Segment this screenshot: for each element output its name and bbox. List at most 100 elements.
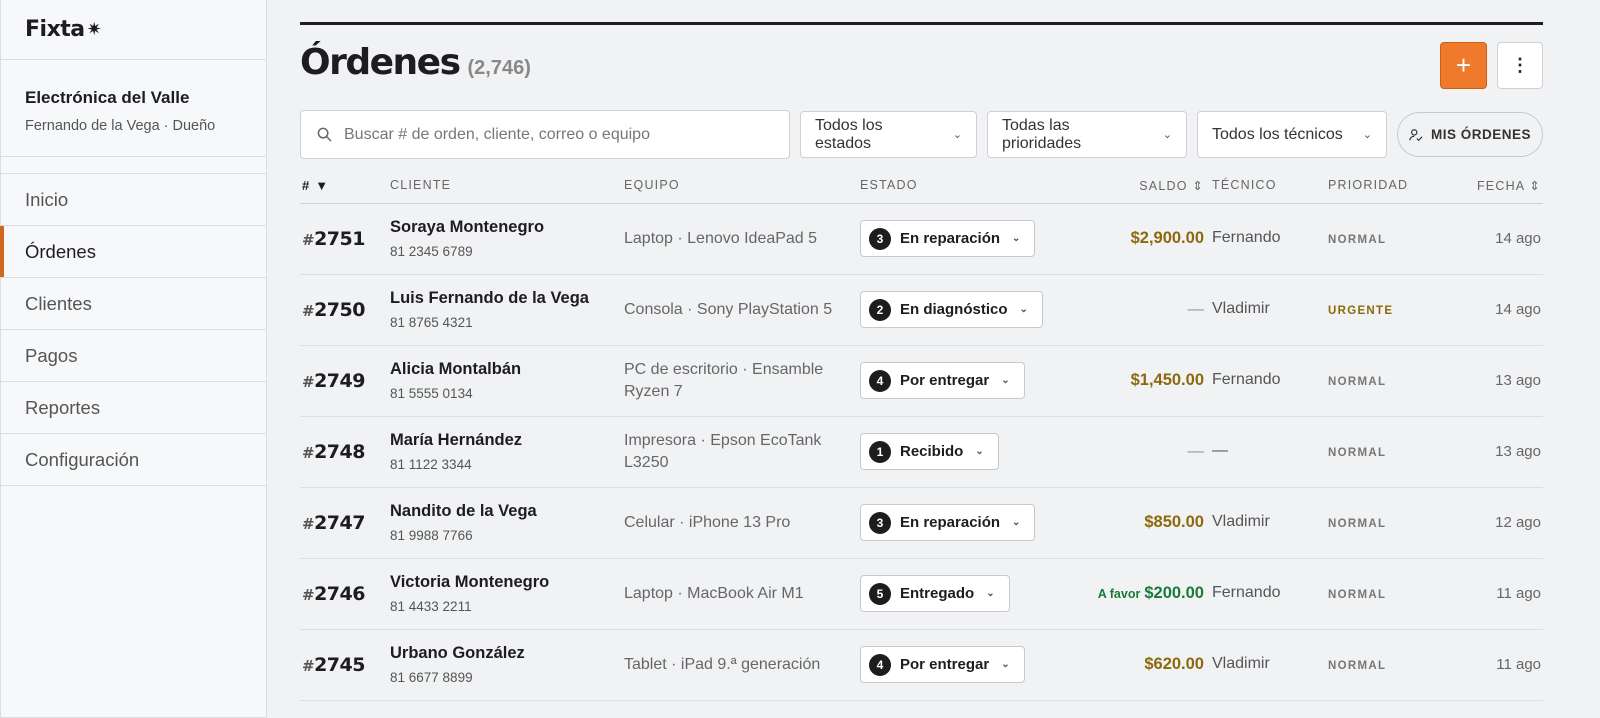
balance: $850.00 (1140, 513, 1204, 532)
status-step-badge: 2 (869, 298, 891, 321)
client-name: María Hernández (390, 431, 523, 449)
search-box[interactable] (300, 110, 790, 159)
more-options-button[interactable]: ⋮ (1497, 42, 1543, 89)
add-order-button[interactable]: + (1440, 42, 1487, 89)
status-dropdown[interactable]: 4 Por entregar ⌄ (860, 362, 1025, 399)
my-orders-toggle[interactable]: MIS ÓRDENES (1397, 112, 1543, 157)
status-label: Recibido (900, 443, 964, 460)
technician: Vladimir (1212, 513, 1270, 530)
balance: — (1184, 300, 1205, 319)
equipment: Celular · iPhone 13 Pro (624, 514, 791, 531)
sidebar-item-clientes[interactable]: Clientes (1, 278, 266, 330)
equipment: Laptop · MacBook Air M1 (624, 585, 804, 602)
chevron-down-icon: ⌄ (1001, 659, 1010, 670)
chevron-down-icon: ⌄ (1012, 233, 1021, 244)
order-number[interactable]: #2745 (302, 654, 365, 676)
priority-badge: NORMAL (1328, 447, 1387, 459)
client-phone: 81 1122 3344 (390, 457, 472, 472)
search-input[interactable] (344, 125, 764, 144)
technician: Fernando (1212, 229, 1281, 246)
status-label: Por entregar (900, 372, 990, 389)
priority-filter[interactable]: Todas las prioridades ⌄ (987, 111, 1187, 158)
status-label: En reparación (900, 514, 1001, 531)
status-label: Por entregar (900, 656, 990, 673)
client-phone: 81 9988 7766 (390, 528, 473, 543)
balance: $2,900.00 (1127, 229, 1204, 248)
chevron-down-icon: ⌄ (986, 588, 995, 599)
sidebar-item-configuracion[interactable]: Configuración (1, 434, 266, 486)
more-vertical-icon: ⋮ (1511, 55, 1529, 75)
user-check-icon (1409, 128, 1423, 141)
order-date: 11 ago (1496, 585, 1541, 602)
table-row[interactable]: #2750 Luis Fernando de la Vega 81 8765 4… (300, 275, 1543, 346)
priority-badge: NORMAL (1328, 234, 1387, 246)
logo[interactable]: Fixta ✷ (1, 0, 266, 60)
client-name: Nandito de la Vega (390, 502, 537, 520)
balance-amount: — (1187, 300, 1205, 318)
status-dropdown[interactable]: 3 En reparación ⌄ (860, 504, 1036, 541)
balance: $620.00 (1140, 655, 1204, 674)
status-step-badge: 4 (869, 653, 891, 676)
status-step-badge: 3 (869, 511, 891, 534)
status-dropdown[interactable]: 5 Entregado ⌄ (860, 575, 1010, 612)
business-user: Fernando de la Vega · Dueño (25, 118, 216, 134)
status-step-badge: 5 (869, 582, 891, 605)
sidebar-item-inicio[interactable]: Inicio (1, 174, 266, 226)
priority-badge: NORMAL (1328, 376, 1387, 388)
table-header: # ▼ CLIENTE EQUIPO ESTADO SALDO ⇕ TÉCNIC… (300, 171, 1543, 204)
table-row[interactable]: #2745 Urbano González 81 6677 8899 Table… (300, 630, 1543, 701)
client-name: Soraya Montenegro (390, 218, 545, 236)
col-equip-header: EQUIPO (624, 178, 680, 192)
table-row[interactable]: #2746 Victoria Montenegro 81 4433 2211 L… (300, 559, 1543, 630)
status-dropdown[interactable]: 2 En diagnóstico ⌄ (860, 291, 1043, 328)
chevron-down-icon: ⌄ (1012, 517, 1021, 528)
status-filter[interactable]: Todos los estados ⌄ (800, 111, 977, 158)
plus-icon: + (1455, 50, 1472, 80)
chevron-down-icon: ⌄ (1162, 129, 1172, 141)
page-title: Órdenes (300, 42, 461, 83)
order-number[interactable]: #2749 (302, 370, 365, 392)
business-info: Electrónica del Valle Fernando de la Veg… (1, 60, 266, 157)
table-row[interactable]: #2748 María Hernández 81 1122 3344 Impre… (300, 417, 1543, 488)
table-body: #2751 Soraya Montenegro 81 2345 6789 Lap… (300, 204, 1543, 701)
status-dropdown[interactable]: 3 En reparación ⌄ (860, 220, 1036, 257)
equipment: PC de escritorio · Ensamble Ryzen 7 (624, 361, 824, 400)
balance-amount: $620.00 (1144, 655, 1204, 673)
client-phone: 81 4433 2211 (390, 599, 472, 614)
order-number[interactable]: #2750 (302, 299, 365, 321)
order-date: 11 ago (1496, 656, 1541, 673)
table-row[interactable]: #2751 Soraya Montenegro 81 2345 6789 Lap… (300, 204, 1543, 275)
table-row[interactable]: #2749 Alicia Montalbán 81 5555 0134 PC d… (300, 346, 1543, 417)
balance: A favor $200.00 (1098, 584, 1204, 603)
logo-text: Fixta (25, 17, 85, 42)
business-name: Electrónica del Valle (25, 88, 190, 107)
order-number[interactable]: #2746 (302, 583, 365, 605)
sidebar-item-ordenes[interactable]: Órdenes (0, 226, 266, 278)
status-label: Entregado (900, 585, 975, 602)
balance-amount: $1,450.00 (1130, 371, 1204, 389)
order-number[interactable]: #2747 (302, 512, 365, 534)
chevron-down-icon: ⌄ (975, 446, 984, 457)
priority-filter-label: Todas las prioridades (1002, 116, 1082, 152)
chevron-down-icon: ⌄ (1001, 375, 1010, 386)
sidebar-item-pagos[interactable]: Pagos (1, 330, 266, 382)
table-row[interactable]: #2747 Nandito de la Vega 81 9988 7766 Ce… (300, 488, 1543, 559)
client-name: Alicia Montalbán (390, 360, 522, 378)
order-date: 13 ago (1495, 372, 1541, 389)
order-number[interactable]: #2751 (302, 228, 365, 250)
sidebar-nav: Inicio Órdenes Clientes Pagos Reportes C… (0, 173, 266, 486)
order-count: (2,746) (467, 57, 531, 79)
chevron-down-icon: ⌄ (1362, 129, 1372, 141)
priority-badge: NORMAL (1328, 589, 1387, 601)
status-step-badge: 3 (869, 227, 891, 250)
technician-filter[interactable]: Todos los técnicos ⌄ (1197, 111, 1387, 158)
chevron-down-icon: ⌄ (1019, 304, 1028, 315)
col-balance-header[interactable]: SALDO ⇕ (1139, 178, 1204, 193)
order-number[interactable]: #2748 (302, 441, 365, 463)
balance: $1,450.00 (1127, 371, 1204, 390)
status-dropdown[interactable]: 4 Por entregar ⌄ (860, 646, 1025, 683)
col-date-header[interactable]: FECHA ⇕ (1477, 178, 1541, 193)
status-dropdown[interactable]: 1 Recibido ⌄ (860, 433, 999, 470)
col-num-header[interactable]: # ▼ (302, 178, 329, 193)
sidebar-item-reportes[interactable]: Reportes (1, 382, 266, 434)
